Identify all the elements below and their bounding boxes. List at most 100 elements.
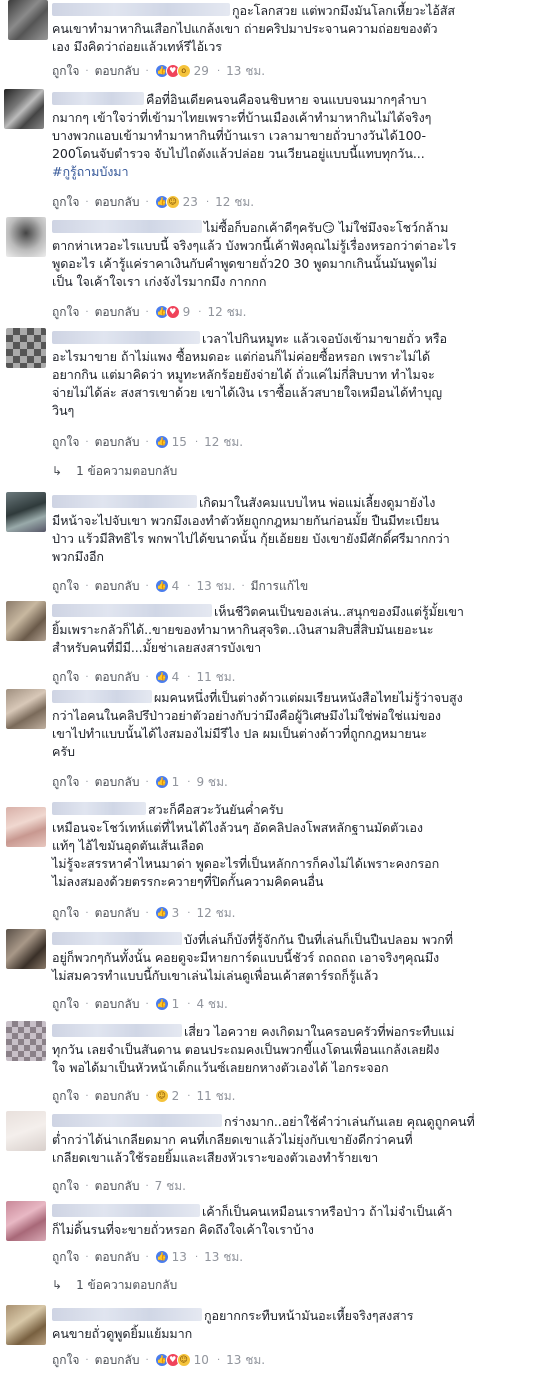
avatar[interactable] [6,1305,46,1345]
reply-link[interactable]: ตอบกลับ [95,1248,140,1267]
avatar[interactable] [4,89,44,129]
reaction-icons[interactable]: ☺ [154,1089,169,1103]
love-icon: ♥ [165,305,180,319]
reaction-icons[interactable]: 👍 [154,775,169,789]
avatar[interactable] [6,601,46,641]
reaction-icons[interactable]: 👍 ♥ ☺ [154,1353,191,1367]
reply-link[interactable]: ตอบกลับ [95,433,140,452]
blurred-author-name[interactable] [52,932,182,945]
blurred-author-name[interactable] [52,495,197,508]
like-link[interactable]: ถูกใจ [52,773,79,792]
like-link[interactable]: ถูกใจ [52,995,79,1014]
reply-link[interactable]: ตอบกลับ [95,773,140,792]
reaction-count[interactable]: 1 [172,997,180,1011]
reaction-icons[interactable]: 👍 [154,670,169,684]
reply-arrow-icon: ↳ [52,464,63,478]
reaction-icons[interactable]: 👍 ☺ [154,195,180,209]
like-link[interactable]: ถูกใจ [52,577,79,596]
avatar[interactable] [6,328,46,368]
reaction-count[interactable]: 29 [194,64,209,78]
reaction-count[interactable]: 4 [172,579,180,593]
avatar[interactable] [6,689,46,729]
avatar[interactable] [6,217,46,257]
replies-count-label[interactable]: 1 ข้อความตอบกลับ [76,1276,177,1295]
reaction-count[interactable]: 3 [172,906,180,920]
reply-link[interactable]: ตอบกลับ [95,62,140,81]
reaction-count[interactable]: 10 [194,1353,209,1367]
reply-link[interactable]: ตอบกลับ [95,193,140,212]
edited-label[interactable]: มีการแก้ไข [251,577,309,596]
reply-link[interactable]: ตอบกลับ [95,668,140,687]
replies-count-label[interactable]: 1 ข้อความตอบกลับ [76,462,177,481]
blurred-author-name[interactable] [52,1024,182,1037]
timestamp[interactable]: 12 ชม. [204,433,243,452]
reaction-count[interactable]: 2 [172,1089,180,1103]
like-link[interactable]: ถูกใจ [52,1248,79,1267]
timestamp[interactable]: 7 ชม. [155,1177,186,1196]
timestamp[interactable]: 11 ชม. [196,668,235,687]
view-replies-link[interactable]: ↳ 1 ข้อความตอบกลับ [52,1277,177,1293]
like-link[interactable]: ถูกใจ [52,1177,79,1196]
reaction-icons[interactable]: 👍 ♥ [154,305,180,319]
avatar[interactable] [6,1111,46,1151]
blurred-author-name[interactable] [52,331,200,344]
reaction-icons[interactable]: 👍 [154,579,169,593]
blurred-author-name[interactable] [52,690,152,703]
reply-link[interactable]: ตอบกลับ [95,303,140,322]
blurred-author-name[interactable] [52,3,230,16]
blurred-author-name[interactable] [52,1114,222,1127]
like-link[interactable]: ถูกใจ [52,433,79,452]
comment-line: ต่ำกว่าได้น่าเกลียดมาก คนที่เกลียดเขาแล้… [52,1132,413,1147]
reply-link[interactable]: ตอบกลับ [95,1177,140,1196]
avatar[interactable] [6,492,46,532]
timestamp[interactable]: 9 ชม. [196,773,227,792]
blurred-author-name[interactable] [52,604,212,617]
timestamp[interactable]: 13 ชม. [226,1351,265,1370]
like-link[interactable]: ถูกใจ [52,668,79,687]
like-link[interactable]: ถูกใจ [52,303,79,322]
reaction-count[interactable]: 23 [183,195,198,209]
timestamp[interactable]: 12 ชม. [207,303,246,322]
avatar[interactable] [6,929,46,969]
like-link[interactable]: ถูกใจ [52,1087,79,1106]
view-replies-link[interactable]: ↳ 1 ข้อความตอบกลับ [52,463,177,479]
avatar[interactable] [6,807,46,847]
timestamp[interactable]: 11 ชม. [196,1087,235,1106]
reaction-icons[interactable]: 👍 ♥ o [154,64,191,78]
timestamp[interactable]: 13 ชม. [226,62,265,81]
hashtag-link[interactable]: #กูรู้ถามบังมา [52,163,550,181]
blurred-author-name[interactable] [52,1308,202,1321]
reaction-count[interactable]: 15 [172,435,187,449]
timestamp[interactable]: 12 ชม. [215,193,254,212]
comment-line: ผมคนหนึ่งที่เป็นต่างด้าวแต่ผมเรียนหนังสื… [154,690,463,705]
reaction-count[interactable]: 9 [183,305,191,319]
blurred-author-name[interactable] [52,220,202,233]
timestamp[interactable]: 4 ชม. [196,995,227,1014]
avatar[interactable] [6,1201,46,1241]
blurred-author-name[interactable] [52,92,144,105]
blurred-author-name[interactable] [52,1204,200,1217]
like-link[interactable]: ถูกใจ [52,193,79,212]
reply-link[interactable]: ตอบกลับ [95,1351,140,1370]
reaction-icons[interactable]: 👍 [154,1250,169,1264]
reaction-icons[interactable]: 👍 [154,435,169,449]
like-link[interactable]: ถูกใจ [52,62,79,81]
avatar[interactable] [8,0,48,40]
reply-link[interactable]: ตอบกลับ [95,577,140,596]
like-link[interactable]: ถูกใจ [52,904,79,923]
reaction-icons[interactable]: 👍 [154,906,169,920]
reply-link[interactable]: ตอบกลับ [95,904,140,923]
like-link[interactable]: ถูกใจ [52,1351,79,1370]
reaction-icons[interactable]: 👍 [154,997,169,1011]
timestamp[interactable]: 13 ชม. [204,1248,243,1267]
reaction-count[interactable]: 4 [172,670,180,684]
avatar[interactable] [6,1021,46,1061]
timestamp[interactable]: 13 ชม. [196,577,235,596]
reaction-count[interactable]: 1 [172,775,180,789]
reply-link[interactable]: ตอบกลับ [95,1087,140,1106]
blurred-author-name[interactable] [52,802,146,815]
reaction-count[interactable]: 13 [172,1250,187,1264]
like-icon: 👍 [154,670,169,684]
timestamp[interactable]: 12 ชม. [196,904,235,923]
reply-link[interactable]: ตอบกลับ [95,995,140,1014]
